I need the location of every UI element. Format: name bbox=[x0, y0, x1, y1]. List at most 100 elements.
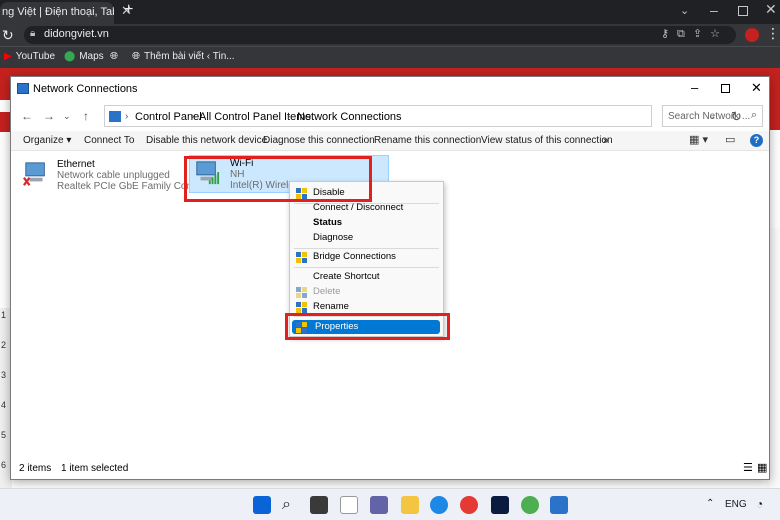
globe-icon: 🌐︎ bbox=[132, 51, 140, 62]
bookmark-maps[interactable]: ⬤ Maps bbox=[64, 51, 104, 62]
search-icon[interactable]: ⌕ bbox=[282, 496, 300, 514]
browser-tabbar: ng Việt | Điện thoại, Tablet, ✕ + ⌄ – ✕ bbox=[0, 0, 780, 24]
app-icon[interactable] bbox=[521, 496, 539, 514]
menu-item-status[interactable]: Status bbox=[290, 216, 443, 230]
browser-minimize-button[interactable]: – bbox=[710, 2, 718, 18]
youtube-icon: ▶ bbox=[4, 51, 12, 62]
search-icon: ⌕ bbox=[750, 109, 757, 121]
view-status-button[interactable]: View status of this connection bbox=[481, 135, 613, 146]
item-count: 2 items bbox=[19, 463, 52, 474]
browser-maximize-button[interactable] bbox=[738, 6, 748, 16]
start-icon[interactable] bbox=[253, 496, 271, 514]
breadcrumb-network-connections[interactable]: Network Connections bbox=[297, 111, 402, 123]
forward-arrow-icon[interactable]: → bbox=[43, 109, 55, 123]
reload-icon[interactable]: ↻ bbox=[2, 27, 14, 44]
connection-status: Network cable unplugged bbox=[57, 170, 170, 181]
menu-separator bbox=[294, 248, 439, 249]
chevron-right-icon[interactable]: › bbox=[287, 111, 290, 122]
close-button[interactable]: ✕ bbox=[751, 80, 762, 96]
annotation-wifi-box bbox=[184, 156, 372, 202]
details-view-icon[interactable]: ☰ bbox=[743, 461, 753, 474]
site-list-number: 6 bbox=[1, 460, 7, 470]
task-view-icon[interactable] bbox=[310, 496, 328, 514]
browser-close-button[interactable]: ✕ bbox=[765, 1, 777, 18]
menu-item-delete: Delete bbox=[290, 285, 443, 299]
tiles-view-icon[interactable]: ▦ bbox=[757, 461, 767, 474]
connect-to-button[interactable]: Connect To bbox=[84, 135, 134, 146]
breadcrumb-all-items[interactable]: All Control Panel Items bbox=[199, 111, 311, 123]
tab-title: ng Việt | Điện thoại, Tablet, bbox=[2, 6, 114, 18]
taskbar: ⌕ ⌃ ENG ◔ bbox=[0, 488, 780, 520]
bookmark-globe[interactable]: 🌐︎ bbox=[110, 51, 122, 62]
recent-locations-icon[interactable]: ⌄ bbox=[63, 111, 71, 122]
back-arrow-icon[interactable]: ← bbox=[21, 109, 33, 123]
breadcrumb[interactable]: › Control Panel › All Control Panel Item… bbox=[104, 105, 742, 127]
uac-shield-icon bbox=[296, 252, 307, 263]
menu-item-bridge-connections[interactable]: Bridge Connections bbox=[290, 250, 443, 264]
chevron-up-icon[interactable]: ⌃ bbox=[706, 498, 714, 509]
chevron-right-icon[interactable]: › bbox=[191, 111, 194, 122]
wifi-tray-icon[interactable]: ◔ bbox=[756, 497, 763, 511]
window-titlebar[interactable]: Network Connections – ✕ bbox=[11, 77, 769, 101]
browser-tab[interactable]: ng Việt | Điện thoại, Tablet, bbox=[0, 2, 114, 24]
site-list-number: 1 bbox=[1, 310, 7, 320]
chrome-icon[interactable] bbox=[460, 496, 478, 514]
site-list-number: 5 bbox=[1, 430, 7, 440]
menu-item-connect-disconnect[interactable]: Connect / Disconnect bbox=[290, 201, 443, 215]
organize-button[interactable]: Organize ▾ bbox=[23, 135, 71, 146]
globe-icon: 🌐︎ bbox=[110, 51, 118, 62]
new-tab-button[interactable]: + bbox=[124, 1, 133, 19]
site-list-number: 2 bbox=[1, 340, 7, 350]
diagnose-button[interactable]: Diagnose this connection bbox=[263, 135, 375, 146]
chat-icon[interactable] bbox=[370, 496, 388, 514]
url-text: didongviet.vn bbox=[44, 28, 109, 40]
uac-shield-icon bbox=[296, 302, 307, 313]
minimize-button[interactable]: – bbox=[691, 80, 698, 95]
chevron-down-icon: ▾ bbox=[66, 135, 72, 146]
bookmark-youtube[interactable]: ▶ YouTube bbox=[4, 51, 55, 62]
preview-pane-icon[interactable]: ▭ bbox=[725, 133, 735, 146]
site-list-number: 3 bbox=[1, 370, 7, 380]
address-row: ← → ⌄ ↑ › Control Panel › All Control Pa… bbox=[11, 101, 769, 131]
uac-shield-icon bbox=[296, 287, 307, 298]
maps-icon: ⬤ bbox=[64, 51, 76, 62]
up-arrow-icon[interactable]: ↑ bbox=[83, 109, 89, 123]
window-title: Network Connections bbox=[33, 83, 138, 95]
selection-count: 1 item selected bbox=[61, 463, 129, 474]
maximize-button[interactable] bbox=[721, 84, 730, 93]
more-commands-button[interactable]: » bbox=[603, 135, 609, 146]
edge-icon[interactable] bbox=[430, 496, 448, 514]
network-icon bbox=[17, 83, 29, 94]
ethernet-disconnected-icon bbox=[22, 162, 45, 186]
browser-toolbar: ↻ 🔒︎ didongviet.vn ⚷⧉⇪☆ bbox=[0, 24, 780, 46]
view-options-icon[interactable]: ▦ ▾ bbox=[689, 133, 708, 146]
photoshop-icon[interactable] bbox=[491, 496, 509, 514]
rename-button[interactable]: Rename this connection bbox=[374, 135, 481, 146]
site-banner-left bbox=[0, 112, 10, 132]
lock-icon[interactable]: 🔒︎ bbox=[30, 28, 35, 39]
status-bar: 2 items 1 item selected ☰ ▦ bbox=[11, 457, 769, 479]
menu-item-create-shortcut[interactable]: Create Shortcut bbox=[290, 270, 443, 284]
connection-name: Ethernet bbox=[57, 159, 95, 170]
file-explorer-icon[interactable] bbox=[401, 496, 419, 514]
chevron-right-icon[interactable]: › bbox=[125, 111, 128, 122]
network-connections-taskbar-icon[interactable] bbox=[550, 496, 568, 514]
widgets-icon[interactable] bbox=[340, 496, 358, 514]
disable-device-button[interactable]: Disable this network device bbox=[146, 135, 267, 146]
omnibox-action-icons[interactable]: ⚷⧉⇪☆ bbox=[661, 27, 728, 41]
menu-item-rename[interactable]: Rename bbox=[290, 300, 443, 314]
address-bar[interactable]: 🔒︎ didongviet.vn ⚷⧉⇪☆ bbox=[24, 26, 736, 44]
bookmarks-bar: ▶ YouTube ⬤ Maps 🌐︎ 🌐︎ Thêm bài viết ‹ Tin.… bbox=[0, 46, 780, 68]
ethernet-connection[interactable]: Ethernet Network cable unplugged Realtek… bbox=[21, 159, 217, 195]
menu-item-diagnose[interactable]: Diagnose bbox=[290, 231, 443, 245]
tab-search-icon[interactable]: ⌄ bbox=[680, 4, 689, 17]
menu-separator bbox=[294, 267, 439, 268]
extension-icon[interactable] bbox=[745, 28, 759, 42]
site-list-number: 4 bbox=[1, 400, 7, 410]
browser-menu-icon[interactable]: ⋮ bbox=[766, 25, 780, 42]
bookmark-them-bai-viet[interactable]: 🌐︎ Thêm bài viết ‹ Tin... bbox=[132, 51, 235, 62]
help-icon[interactable]: ? bbox=[750, 134, 763, 147]
annotation-properties-box bbox=[285, 313, 450, 340]
search-input[interactable]: Search Network ... ⌕ bbox=[662, 105, 763, 127]
language-indicator[interactable]: ENG bbox=[725, 499, 747, 510]
